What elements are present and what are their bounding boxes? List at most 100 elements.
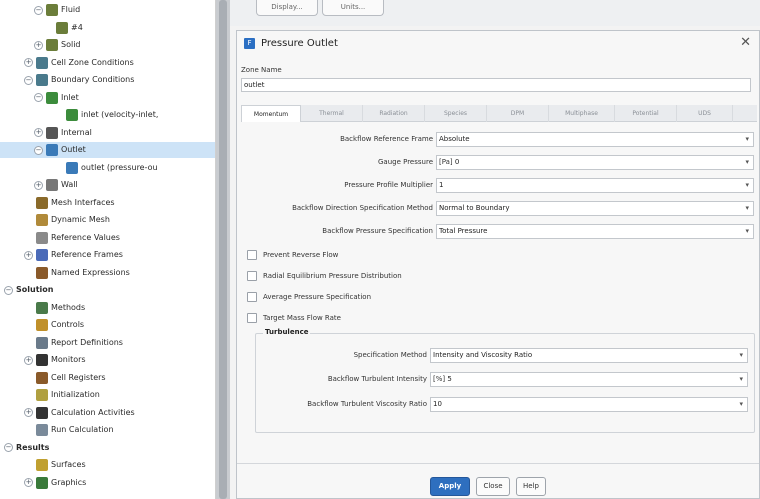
expand-icon[interactable]: + [34,128,43,137]
zone-name-field[interactable]: outlet [241,78,751,92]
average-pressure-checkbox[interactable] [247,292,257,302]
tree-item[interactable]: − Inlet [0,90,215,106]
cell-zone-icon [36,56,48,69]
tab-thermal[interactable]: Thermal [301,105,363,122]
backflow-ref-frame-value: Absolute [439,134,470,143]
tree-item[interactable]: Dynamic Mesh [0,212,215,228]
tree-scrollbar[interactable] [216,0,230,499]
chevron-down-icon[interactable]: ▾ [745,179,749,192]
tree-item[interactable]: inlet (velocity-inlet, [0,107,215,123]
scrollbar-thumb[interactable] [219,0,227,499]
pressure-outlet-dialog: F Pressure Outlet ✕ Zone Name outlet Mom… [236,30,760,499]
display-button[interactable]: Display... [256,0,318,16]
help-button[interactable]: Help [516,477,546,496]
tree-item[interactable]: + Wall [0,177,215,193]
tree-item[interactable]: + Internal [0,125,215,141]
tab-radiation[interactable]: Radiation [363,105,425,122]
tree-item[interactable]: − Boundary Conditions [0,72,215,88]
tree-item-label: inlet (velocity-inlet, [81,110,159,119]
backflow-ref-frame-label: Backflow Reference Frame [340,135,433,143]
collapse-icon[interactable]: − [34,93,43,102]
chevron-down-icon: ▾ [745,226,749,235]
tree-item[interactable]: + Graphics [0,475,215,491]
tree-item[interactable]: + Reference Frames [0,247,215,263]
chevron-down-icon[interactable]: ▾ [739,398,743,411]
viscosity-ratio-label: Backflow Turbulent Viscosity Ratio [307,400,427,408]
viscosity-ratio-input[interactable]: 10 ▾ [430,396,748,412]
row-backflow-pressure-spec: Backflow Pressure Specification Total Pr… [241,223,757,239]
tree-item[interactable]: + Solid [0,37,215,53]
tree-item[interactable]: #4 [0,20,215,36]
tree-item[interactable]: outlet (pressure-ou [0,160,215,176]
collapse-icon[interactable]: − [34,5,43,15]
chevron-down-icon[interactable]: ▾ [745,156,749,169]
radial-equilibrium-row[interactable]: Radial Equilibrium Pressure Distribution [247,268,402,284]
tree-item[interactable]: Cell Registers [0,370,215,386]
prevent-reverse-flow-checkbox[interactable] [247,250,257,260]
tab-dpm[interactable]: DPM [487,105,549,122]
tree-item[interactable]: Report Definitions [0,335,215,351]
expand-icon[interactable]: + [24,355,33,365]
tree-item[interactable]: − Fluid [0,2,215,18]
tree-item[interactable]: + Cell Zone Conditions [0,55,215,71]
dialog-titlebar[interactable]: F Pressure Outlet ✕ [237,31,759,55]
boundary-icon [36,74,48,86]
tree-item[interactable]: Reference Values [0,230,215,246]
outline-tree-panel: − Fluid #4 + Solid + Cell Zone Conditions − Boun… [0,0,216,499]
controls-icon [36,319,48,331]
tree-item[interactable]: Methods [0,300,215,316]
collapse-icon[interactable]: − [4,285,13,295]
tree-item[interactable]: − Outlet [0,142,215,158]
fluid-icon [56,21,68,34]
tree-item[interactable]: Mesh Interfaces [0,195,215,211]
expand-icon[interactable]: + [24,58,33,67]
expand-icon[interactable]: + [24,478,33,487]
units-button[interactable]: Units... [322,0,384,16]
turbulent-intensity-input[interactable]: [%] 5 ▾ [430,371,748,387]
tab-potential[interactable]: Potential [615,105,677,122]
close-icon[interactable]: ✕ [740,35,751,50]
tree-item[interactable]: Run Calculation [0,422,215,438]
tree-item-label: Results [16,442,50,452]
target-mass-flow-row[interactable]: Target Mass Flow Rate [247,310,341,326]
prevent-reverse-flow-label: Prevent Reverse Flow [263,251,339,259]
apply-button[interactable]: Apply [430,477,470,496]
tree-item-label: #4 [71,22,83,32]
collapse-icon[interactable]: − [4,443,13,452]
tree-item[interactable]: Initialization [0,387,215,403]
radial-equilibrium-checkbox[interactable] [247,271,257,281]
tab-multiphase[interactable]: Multiphase [549,105,615,122]
row-gauge-pressure: Gauge Pressure [Pa] 0 ▾ [241,154,757,170]
named-expressions-icon [36,266,48,279]
expand-icon[interactable]: + [24,408,33,417]
expand-icon[interactable]: + [34,180,43,190]
tree-item[interactable]: Controls [0,317,215,333]
tree-item[interactable]: − Solution [0,282,215,298]
tree-item[interactable]: Surfaces [0,457,215,473]
backflow-ref-frame-select[interactable]: Absolute ▾ [436,131,754,147]
tree-item[interactable]: + Calculation Activities [0,405,215,421]
close-button[interactable]: Close [476,477,510,496]
tab-species[interactable]: Species [425,105,487,122]
tree-item[interactable]: − Results [0,440,215,456]
prevent-reverse-flow-row[interactable]: Prevent Reverse Flow [247,247,338,263]
tree-item[interactable]: Named Expressions [0,265,215,281]
tab-momentum[interactable]: Momentum [241,105,301,122]
spec-method-select[interactable]: Intensity and Viscosity Ratio ▾ [430,347,748,363]
tree-item-label: Inlet [61,92,79,102]
tab-uds[interactable]: UDS [677,105,733,122]
collapse-icon[interactable]: − [24,75,33,85]
pressure-profile-multiplier-input[interactable]: 1 ▾ [436,177,754,193]
chevron-down-icon[interactable]: ▾ [739,373,743,386]
tree-item-label: Solid [61,40,81,49]
tree-item[interactable]: + Monitors [0,352,215,368]
backflow-pressure-spec-select[interactable]: Total Pressure ▾ [436,223,754,239]
backflow-direction-select[interactable]: Normal to Boundary ▾ [436,200,754,216]
fluent-app-icon: F [244,37,255,49]
collapse-icon[interactable]: − [34,145,43,155]
target-mass-flow-checkbox[interactable] [247,313,257,323]
gauge-pressure-input[interactable]: [Pa] 0 ▾ [436,154,754,170]
average-pressure-row[interactable]: Average Pressure Specification [247,289,371,305]
expand-icon[interactable]: + [24,250,33,260]
expand-icon[interactable]: + [34,40,43,50]
